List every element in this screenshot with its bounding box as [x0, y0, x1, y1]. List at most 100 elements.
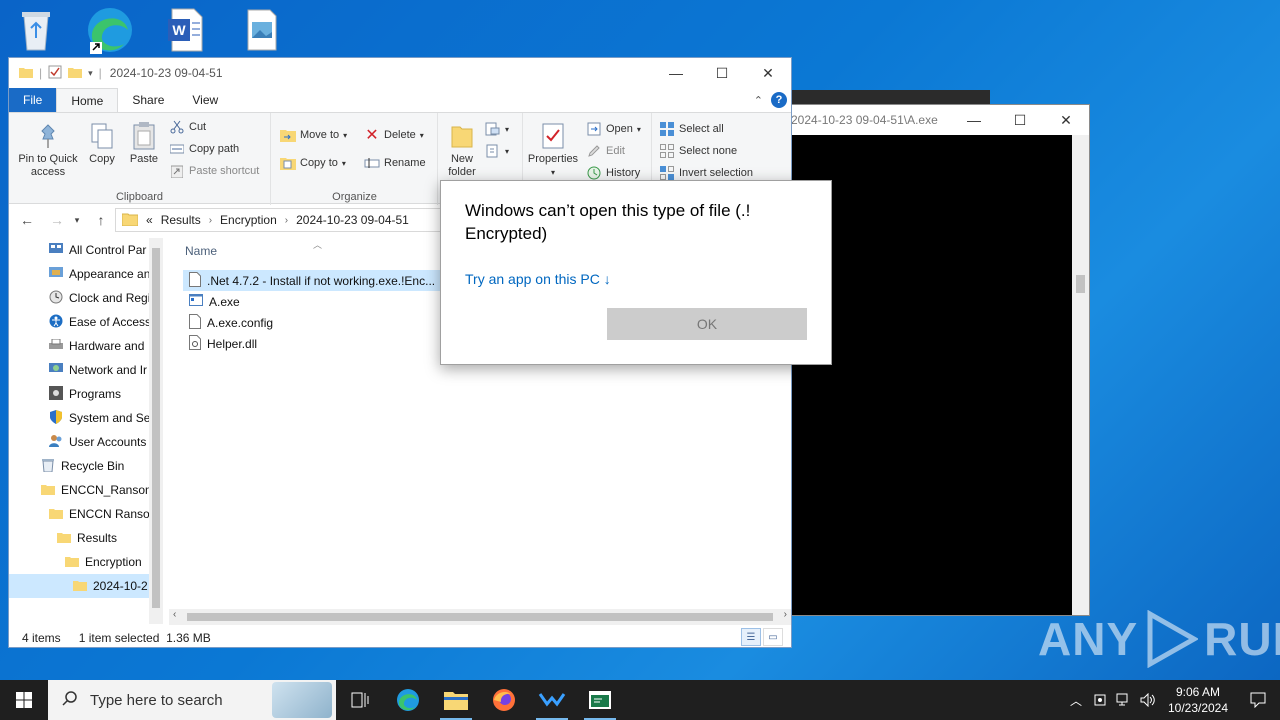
cut-button[interactable]: Cut [169, 117, 206, 137]
file-explorer-taskbar-icon[interactable] [432, 680, 480, 720]
maximize-icon[interactable]: ☐ [997, 105, 1043, 135]
nav-item-clock-region[interactable]: Clock and Regi [49, 286, 150, 310]
organize-group: Move to ▾ Copy to ▾ ✕ Delete ▾ Rename Or… [272, 113, 438, 205]
nav-item-results[interactable]: Results [57, 526, 117, 550]
clock-icon [49, 290, 63, 307]
scroll-right-icon[interactable]: › [784, 609, 787, 620]
image-file-icon[interactable] [234, 4, 290, 56]
tab-view[interactable]: View [178, 88, 232, 112]
console-scrollbar[interactable] [1072, 135, 1089, 615]
rename-button[interactable]: Rename [364, 153, 426, 173]
firefox-icon[interactable] [480, 680, 528, 720]
nav-item-encryption[interactable]: Encryption [65, 550, 142, 574]
collapse-ribbon-icon[interactable]: ⌃ [754, 94, 763, 107]
console-taskbar-icon[interactable] [576, 680, 624, 720]
recent-locations-icon[interactable]: ▾ [67, 210, 87, 230]
nav-item-all-control-panel[interactable]: All Control Par [49, 238, 146, 262]
task-view-icon[interactable] [336, 680, 384, 720]
nav-item-user-accounts[interactable]: User Accounts [49, 430, 146, 454]
minimize-icon[interactable]: — [653, 58, 699, 88]
edit-button[interactable]: Edit [586, 141, 625, 161]
dialog-title: Windows can’t open this type of file (.!… [465, 201, 751, 243]
paste-shortcut-button[interactable]: Paste shortcut [169, 161, 259, 181]
network-icon[interactable] [1112, 680, 1136, 720]
breadcrumb-current[interactable]: 2024-10-23 09-04-51 [296, 213, 409, 227]
maximize-icon[interactable]: ☐ [699, 58, 745, 88]
chevron-right-icon[interactable]: › [209, 215, 212, 226]
close-icon[interactable]: ✕ [745, 58, 791, 88]
navigation-pane[interactable]: All Control Par Appearance an Clock and … [9, 238, 163, 616]
try-app-link[interactable]: Try an app on this PC ↓ [465, 271, 611, 287]
app-taskbar-icon[interactable] [528, 680, 576, 720]
nav-item-system-security[interactable]: System and Sec [49, 406, 156, 430]
notification-icon[interactable] [1236, 692, 1280, 708]
new-folder-button[interactable]: New folder [443, 119, 481, 179]
volume-icon[interactable] [1136, 680, 1160, 720]
folder-icon [19, 66, 33, 81]
recycle-bin-icon[interactable] [8, 4, 64, 56]
navigation-scrollbar[interactable] [149, 238, 163, 624]
copy-to-button[interactable]: Copy to ▾ [280, 153, 346, 173]
edge-icon[interactable] [82, 4, 138, 56]
edge-taskbar-icon[interactable] [384, 680, 432, 720]
open-button[interactable]: Open ▾ [586, 119, 641, 139]
close-icon[interactable]: ✕ [1043, 105, 1089, 135]
forward-arrow-icon[interactable]: → [47, 210, 67, 230]
move-to-button[interactable]: Move to ▾ [280, 125, 347, 145]
breadcrumb-encryption[interactable]: Encryption [220, 213, 277, 227]
word-document-icon[interactable]: W [158, 4, 214, 56]
easy-access-icon [485, 143, 501, 159]
tab-share[interactable]: Share [118, 88, 178, 112]
tab-file[interactable]: File [9, 88, 57, 112]
new-folder-icon[interactable] [68, 66, 83, 81]
large-icons-view-icon[interactable]: ▭ [763, 628, 783, 646]
chevron-right-icon[interactable]: › [285, 215, 288, 226]
paste-button[interactable]: Paste [127, 119, 161, 166]
file-row-a-exe[interactable]: A.exe [183, 291, 240, 312]
minimize-icon[interactable]: — [951, 105, 997, 135]
properties-button[interactable]: Properties ▾ [526, 119, 580, 179]
file-row-a-exe-config[interactable]: A.exe.config [183, 312, 273, 333]
copy-button[interactable]: Copy [85, 119, 119, 166]
help-icon[interactable]: ? [771, 92, 787, 108]
breadcrumb-results[interactable]: Results [161, 213, 201, 227]
nav-item-enccn-ransomware[interactable]: ENCCN Ransor [49, 502, 154, 526]
open-with-dialog[interactable]: Windows can’t open this type of file (.!… [440, 180, 832, 365]
security-icon[interactable] [1088, 680, 1112, 720]
nav-item-network-internet[interactable]: Network and Ir [49, 358, 147, 382]
horizontal-scrollbar[interactable]: ‹ › [169, 609, 791, 625]
nav-item-hardware-sound[interactable]: Hardware and [49, 334, 144, 358]
nav-item-recycle-bin[interactable]: Recycle Bin [41, 454, 124, 478]
easy-access-button[interactable]: ▾ [485, 141, 509, 161]
chevron-up-icon[interactable]: ︿ [1064, 680, 1088, 720]
nav-item-enccn-ransomware-root[interactable]: ENCCN_Ransom [41, 478, 155, 502]
scroll-left-icon[interactable]: ‹ [173, 609, 176, 620]
delete-button[interactable]: ✕ Delete ▾ [364, 125, 424, 145]
taskbar-search-box[interactable]: Type here to search [48, 680, 336, 720]
breadcrumb-overflow[interactable]: « [146, 213, 153, 227]
ok-button[interactable]: OK [607, 308, 807, 340]
pin-to-quick-access-button[interactable]: Pin to Quick access [15, 119, 81, 179]
address-bar[interactable]: « Results › Encryption › 2024-10-23 09-0… [115, 208, 455, 232]
select-all-button[interactable]: Select all [659, 119, 724, 139]
new-item-button[interactable]: ▾ [485, 119, 509, 139]
properties-icon [539, 119, 567, 153]
details-view-icon[interactable]: ☰ [741, 628, 761, 646]
nav-item-current-folder[interactable]: 2024-10-2 [9, 574, 149, 598]
copy-path-button[interactable]: Copy path [169, 139, 239, 159]
nav-item-appearance[interactable]: Appearance an [49, 262, 150, 286]
file-row-net-installer[interactable]: .Net 4.7.2 - Install if not working.exe.… [183, 270, 440, 291]
tab-home[interactable]: Home [56, 88, 119, 112]
nav-item-programs[interactable]: Programs [49, 382, 121, 406]
nav-item-ease-of-access[interactable]: Ease of Access [49, 310, 151, 334]
network-icon [49, 362, 63, 378]
select-none-button[interactable]: Select none [659, 141, 737, 161]
properties-icon[interactable] [48, 65, 62, 82]
qat-dropdown-icon[interactable]: ▾ [88, 68, 93, 79]
system-clock[interactable]: 9:06 AM 10/23/2024 [1160, 684, 1236, 716]
windows-start-icon[interactable] [0, 680, 48, 720]
column-header-name[interactable]: Name [185, 244, 217, 258]
file-row-helper-dll[interactable]: Helper.dll [183, 333, 257, 354]
back-arrow-icon[interactable]: ← [17, 210, 37, 230]
up-arrow-icon[interactable]: ↑ [91, 210, 111, 230]
